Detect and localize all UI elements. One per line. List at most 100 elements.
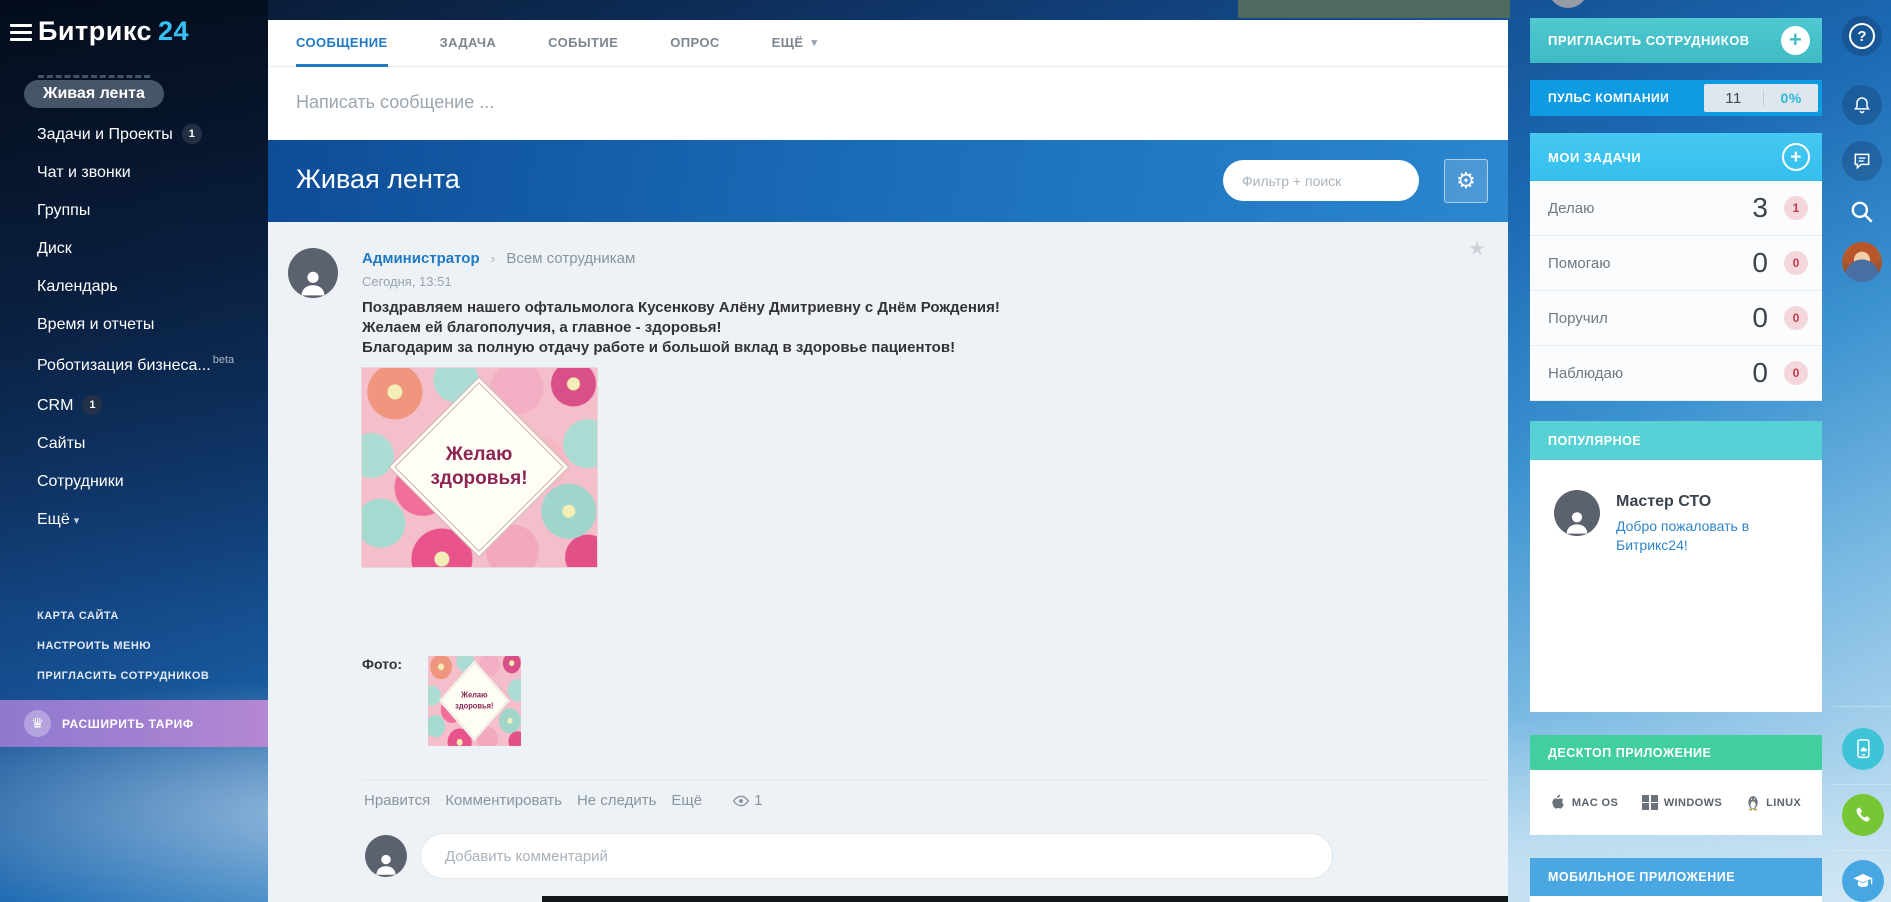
person-icon xyxy=(296,266,330,298)
crm-badge: 1 xyxy=(82,395,102,415)
post-body: Поздравляем нашего офтальмолога Кусенков… xyxy=(362,298,1000,358)
search-button[interactable] xyxy=(1842,192,1882,232)
notifications-button[interactable] xyxy=(1842,85,1882,125)
left-sidebar: Битрикс24 Живая лента Задачи и Проекты1 … xyxy=(0,0,268,902)
next-post-edge xyxy=(542,896,1508,902)
chevron-down-icon: ▾ xyxy=(812,36,818,49)
company-pulse-bar[interactable]: ПУЛЬС КОМПАНИИ 11 0% xyxy=(1530,80,1822,116)
filter-search-input[interactable] xyxy=(1223,173,1429,189)
photo-thumbnail[interactable]: Желаю здоровья! xyxy=(428,656,521,746)
task-badge: 0 xyxy=(1784,361,1808,385)
crown-icon: ♛ xyxy=(24,710,51,737)
popular-header: ПОПУЛЯРНОЕ xyxy=(1530,421,1822,460)
tasks-badge: 1 xyxy=(182,124,202,144)
post-image-greeting-card[interactable]: Желаю здоровья! xyxy=(362,368,597,567)
my-tasks-header[interactable]: МОИ ЗАДАЧИ + xyxy=(1530,133,1822,181)
task-row-assigned[interactable]: Поручил 0 0 xyxy=(1530,291,1822,346)
training-button[interactable] xyxy=(1842,860,1884,902)
pulse-stats: 11 0% xyxy=(1704,84,1818,112)
screen-share-bar xyxy=(1238,0,1510,18)
new-message-input[interactable] xyxy=(268,67,1458,137)
post-actions: Нравится Комментировать Не следить Ещё 1 xyxy=(364,792,762,809)
popular-item-avatar[interactable] xyxy=(1554,490,1600,536)
breadcrumb-separator: › xyxy=(491,251,495,266)
main-content: СООБЩЕНИЕ ЗАДАЧА СОБЫТИЕ ОПРОС ЕЩЁ ▾ Жив… xyxy=(268,0,1508,902)
favorite-star-icon[interactable]: ★ xyxy=(1468,236,1486,261)
tab-more[interactable]: ЕЩЁ ▾ xyxy=(772,20,818,67)
linux-download[interactable]: LINUX xyxy=(1746,794,1801,811)
pulse-percent: 0% xyxy=(1764,90,1818,106)
person-icon xyxy=(1562,507,1592,536)
post-body-line: Желаем ей благополучия, а главное - здор… xyxy=(362,318,1000,338)
task-row-watching[interactable]: Наблюдаю 0 0 xyxy=(1530,346,1822,401)
add-task-plus-icon[interactable]: + xyxy=(1782,143,1810,171)
post-timestamp[interactable]: Сегодня, 13:51 xyxy=(362,274,452,289)
sidebar-item-sites[interactable]: Сайты xyxy=(0,425,268,463)
post-author-link[interactable]: Администратор xyxy=(362,250,480,267)
page-title: Живая лента xyxy=(296,164,460,195)
tab-event[interactable]: СОБЫТИЕ xyxy=(548,20,618,67)
person-icon xyxy=(372,850,400,877)
sidebar-item-disk[interactable]: Диск xyxy=(0,230,268,268)
task-count: 0 xyxy=(1752,247,1768,279)
sidebar-link-invite-employees[interactable]: ПРИГЛАСИТЬ СОТРУДНИКОВ xyxy=(0,661,268,691)
filter-search xyxy=(1223,160,1419,201)
tab-poll[interactable]: ОПРОС xyxy=(670,20,719,67)
tab-task[interactable]: ЗАДАЧА xyxy=(440,20,497,67)
sidebar-item-calendar[interactable]: Календарь xyxy=(0,268,268,306)
sidebar-item-groups[interactable]: Группы xyxy=(0,192,268,230)
phone-icon xyxy=(1853,805,1873,825)
sidebar-item-time-reports[interactable]: Время и отчеты xyxy=(0,306,268,344)
feed-header-band: Живая лента ⚙ xyxy=(268,140,1508,222)
question-icon: ? xyxy=(1849,23,1875,49)
like-link[interactable]: Нравится xyxy=(364,792,430,809)
macos-download[interactable]: MAC OS xyxy=(1551,794,1618,811)
mobile-app-button[interactable] xyxy=(1842,728,1884,770)
invite-employees-bar[interactable]: ПРИГЛАСИТЬ СОТРУДНИКОВ + xyxy=(1530,18,1822,63)
main-menu: Живая лента Задачи и Проекты1 Чат и звон… xyxy=(0,70,268,539)
post-author-avatar[interactable] xyxy=(288,248,338,298)
tab-message[interactable]: СООБЩЕНИЕ xyxy=(296,20,388,67)
task-row-doing[interactable]: Делаю 3 1 xyxy=(1530,181,1822,236)
brand-logo[interactable]: Битрикс24 xyxy=(38,16,189,47)
task-badge: 1 xyxy=(1784,196,1808,220)
sidebar-item-live-feed[interactable]: Живая лента xyxy=(24,80,164,108)
right-icon-rail: ? xyxy=(1833,0,1891,902)
task-badge: 0 xyxy=(1784,251,1808,275)
comment-link[interactable]: Комментировать xyxy=(445,792,562,809)
add-comment-input[interactable] xyxy=(421,834,1332,878)
sidebar-item-employees[interactable]: Сотрудники xyxy=(0,463,268,501)
help-button[interactable]: ? xyxy=(1842,16,1882,56)
sidebar-link-sitemap[interactable]: КАРТА САЙТА xyxy=(0,601,268,631)
hamburger-menu-icon[interactable] xyxy=(10,24,32,41)
sidebar-item-chat[interactable]: Чат и звонки xyxy=(0,154,268,192)
feed-area: ★ Администратор › Всем сотрудникам Сегод… xyxy=(268,222,1508,902)
more-link[interactable]: Ещё xyxy=(671,792,702,809)
sidebar-item-rpa[interactable]: Роботизация бизнеса...beta xyxy=(0,344,268,385)
feed-settings-button[interactable]: ⚙ xyxy=(1444,159,1488,203)
messenger-button[interactable] xyxy=(1842,141,1882,181)
chat-bubble-icon xyxy=(1852,151,1872,171)
sidebar-item-crm[interactable]: CRM1 xyxy=(0,385,268,425)
telephony-button[interactable] xyxy=(1842,794,1884,836)
greeting-card-diamond: Желаю здоровья! xyxy=(388,376,569,557)
post-audience[interactable]: Всем сотрудникам xyxy=(506,250,635,267)
task-row-helping[interactable]: Помогаю 0 0 xyxy=(1530,236,1822,291)
gear-icon: ⚙ xyxy=(1456,168,1476,193)
pulse-value: 11 xyxy=(1704,90,1763,107)
bitrix24-app: Битрикс24 Живая лента Задачи и Проекты1 … xyxy=(0,0,1891,902)
invite-plus-icon[interactable]: + xyxy=(1781,26,1810,55)
popular-item-link[interactable]: Добро пожаловать в Битрикс24! xyxy=(1616,517,1792,555)
sidebar-item-more[interactable]: Ещё▾ xyxy=(0,501,268,539)
unfollow-link[interactable]: Не следить xyxy=(577,792,656,809)
sidebar-item-tasks[interactable]: Задачи и Проекты1 xyxy=(0,114,268,154)
mobile-app-row xyxy=(1530,896,1822,902)
post-header: Администратор › Всем сотрудникам xyxy=(362,250,635,267)
upgrade-plan-button[interactable]: ♛ РАСШИРИТЬ ТАРИФ xyxy=(0,700,268,747)
linux-tux-icon xyxy=(1746,794,1760,811)
popular-item-author[interactable]: Мастер СТО xyxy=(1616,493,1711,511)
sidebar-link-configure-menu[interactable]: НАСТРОИТЬ МЕНЮ xyxy=(0,631,268,661)
current-user-avatar[interactable] xyxy=(1842,242,1882,282)
task-count: 3 xyxy=(1752,192,1768,224)
windows-download[interactable]: WINDOWS xyxy=(1642,795,1722,811)
